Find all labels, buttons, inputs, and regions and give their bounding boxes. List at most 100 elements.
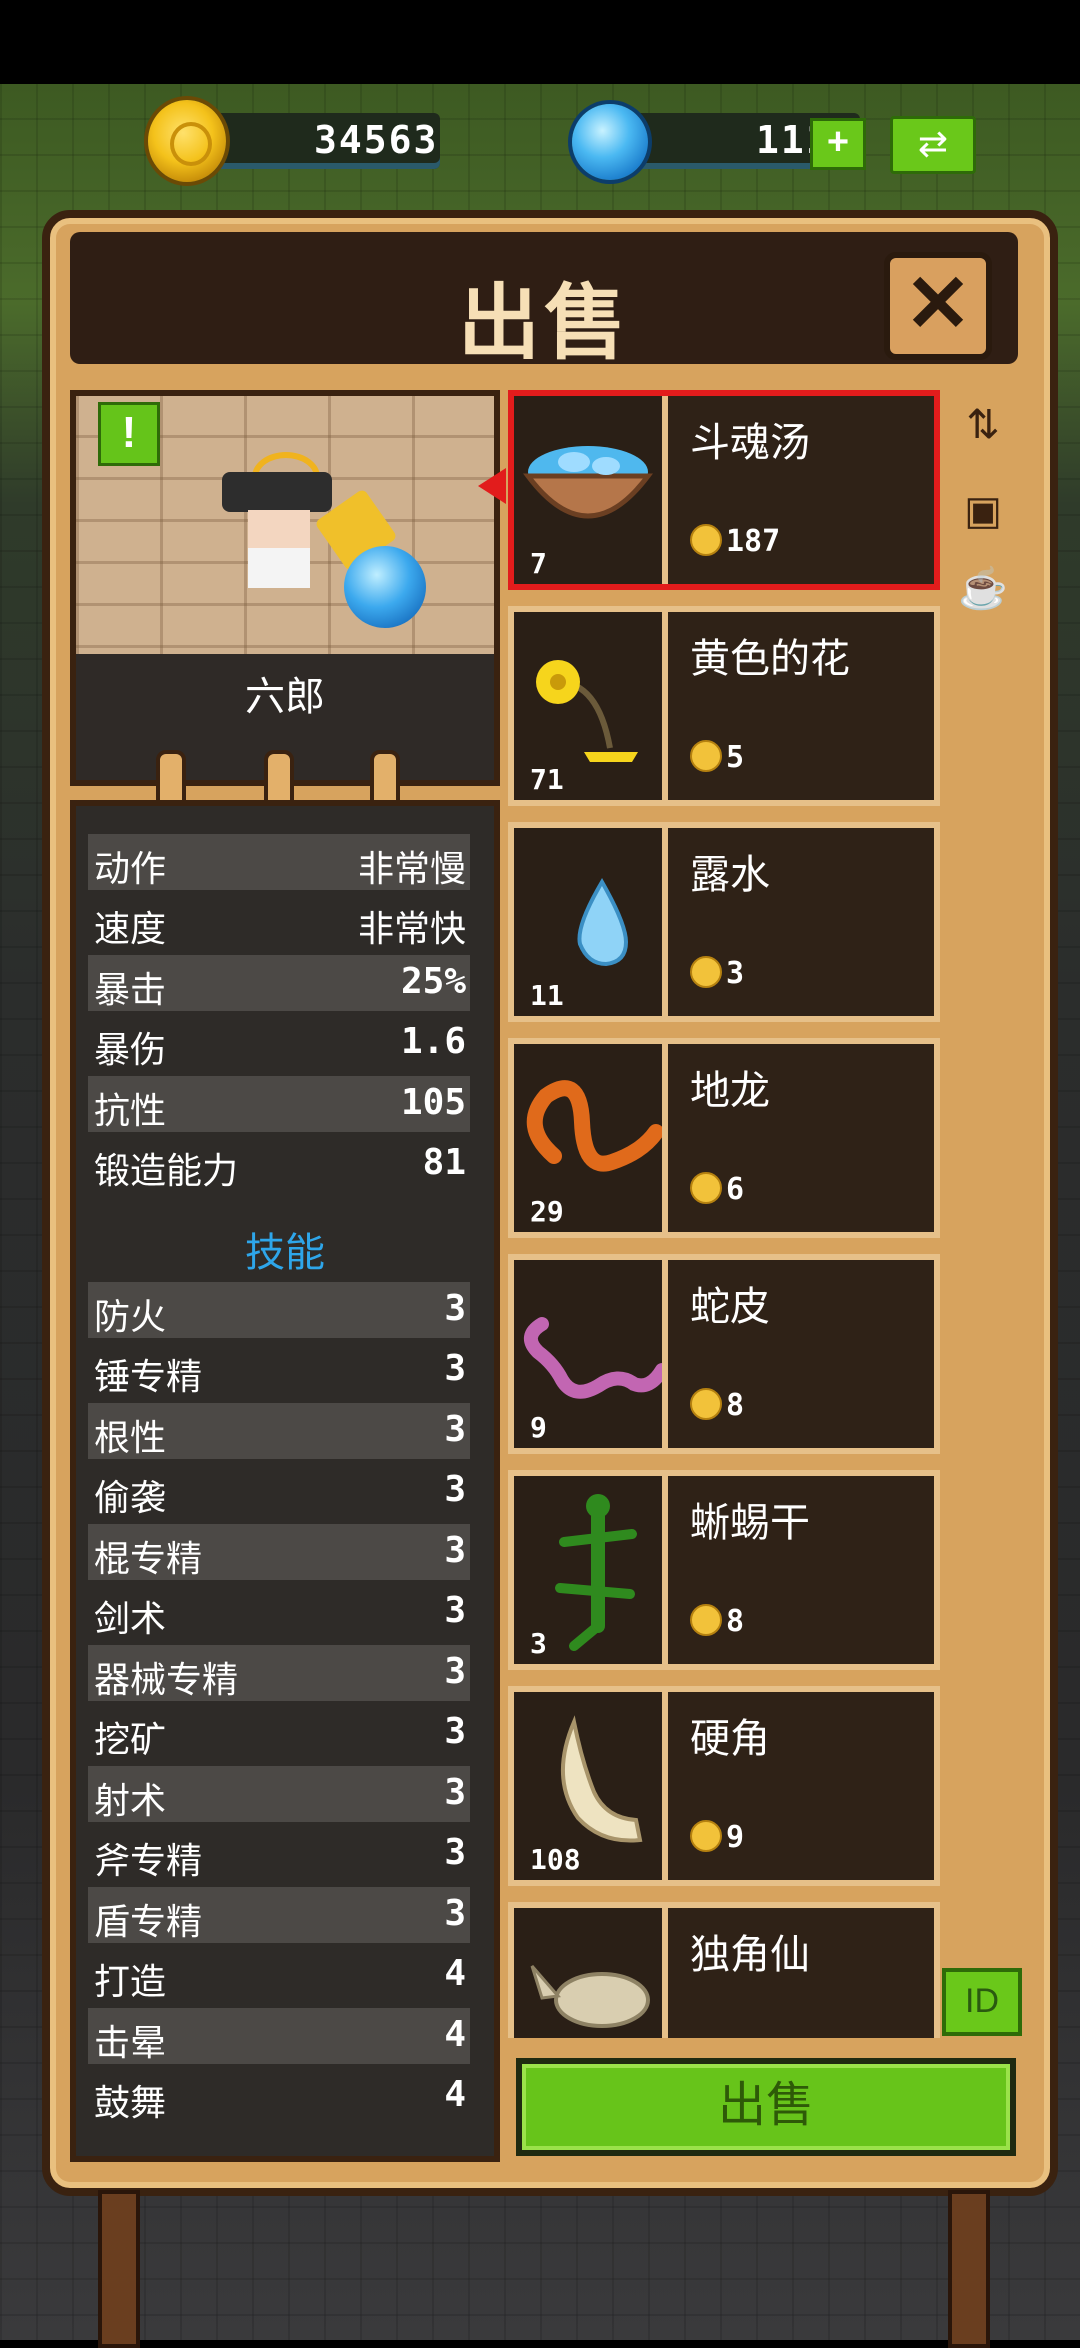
- earthworm-icon: 29: [514, 1044, 668, 1232]
- skill-row: 打造 4: [88, 1947, 470, 2003]
- hero-card[interactable]: ! 六郎: [70, 390, 500, 786]
- item-slot[interactable]: 29 地龙 6: [508, 1038, 940, 1238]
- skill-label: 器械专精: [94, 1659, 239, 1700]
- selection-arrow-icon: [478, 468, 506, 504]
- item-name: 蜥蜴干: [690, 1501, 810, 1545]
- item-price: 187: [690, 524, 780, 559]
- skill-value: 4: [444, 2014, 466, 2055]
- skill-value: 3: [444, 1288, 466, 1329]
- item-price-value: 9: [726, 1820, 745, 1855]
- skill-row: 鼓舞 4: [88, 2068, 470, 2124]
- stat-label: 抗性: [94, 1090, 167, 1131]
- skill-label: 击晕: [94, 2022, 167, 2063]
- skill-row: 剑术 3: [88, 1584, 470, 1640]
- item-slot[interactable]: 3 蜥蜴干 8: [508, 1470, 940, 1670]
- hero-portrait: !: [76, 396, 494, 654]
- soul-soup-icon: 7: [514, 396, 668, 584]
- stat-row: 暴击 25%: [88, 955, 470, 1011]
- item-quantity: 29: [530, 1195, 564, 1228]
- skill-value: 3: [444, 1651, 466, 1692]
- skill-label: 防火: [94, 1296, 167, 1337]
- skill-label: 鼓舞: [94, 2082, 167, 2123]
- chest-icon[interactable]: ▣: [956, 484, 1010, 538]
- item-name: 独角仙: [690, 1933, 810, 1977]
- stat-row: 动作 非常慢: [88, 834, 470, 890]
- close-button[interactable]: ✕: [884, 252, 992, 360]
- item-name: 蛇皮: [690, 1285, 770, 1329]
- coin-icon: [690, 1388, 722, 1420]
- item-slot[interactable]: 108 硬角 9: [508, 1686, 940, 1886]
- stat-value: 1.6: [400, 1021, 466, 1062]
- skill-row: 挖矿 3: [88, 1705, 470, 1761]
- stat-row: 速度 非常快: [88, 894, 470, 950]
- dialog-title: 出售: [457, 278, 630, 369]
- stat-label: 锻造能力: [94, 1150, 239, 1191]
- alert-badge[interactable]: !: [98, 402, 160, 466]
- skill-row: 偷袭 3: [88, 1463, 470, 1519]
- coin-icon: [690, 1172, 722, 1204]
- skill-row: 防火 3: [88, 1282, 470, 1338]
- item-quantity: 9: [530, 1411, 547, 1444]
- skill-label: 打造: [94, 1961, 167, 2002]
- stat-label: 暴击: [94, 969, 167, 1010]
- item-slot[interactable]: 7 斗魂汤 187: [508, 390, 940, 590]
- stat-value: 25%: [400, 961, 466, 1002]
- item-name: 斗魂汤: [690, 421, 810, 465]
- item-price-value: 187: [726, 524, 781, 559]
- item-price: 5: [690, 740, 744, 775]
- skills-heading: 技能: [245, 1231, 325, 1275]
- item-name: 地龙: [690, 1069, 770, 1113]
- skill-value: 3: [444, 1893, 466, 1934]
- gold-coin-icon: [148, 100, 226, 182]
- skill-row: 根性 3: [88, 1403, 470, 1459]
- skill-value: 3: [444, 1530, 466, 1571]
- stat-row: 暴伤 1.6: [88, 1015, 470, 1071]
- item-quantity: 7: [530, 547, 547, 580]
- item-price: 3: [690, 956, 744, 991]
- stat-value: 81: [422, 1142, 466, 1183]
- item-price: 8: [690, 1388, 744, 1423]
- skill-label: 根性: [94, 1417, 167, 1458]
- skill-value: 3: [444, 1772, 466, 1813]
- sort-icon[interactable]: ⇅: [956, 398, 1010, 452]
- stat-value: 105: [400, 1082, 466, 1123]
- skill-value: 3: [444, 1711, 466, 1752]
- skill-value: 3: [444, 1469, 466, 1510]
- skill-label: 剑术: [94, 1598, 167, 1639]
- item-name: 露水: [690, 853, 770, 897]
- sell-button[interactable]: 出售: [516, 2058, 1016, 2156]
- item-slot[interactable]: 独角仙: [508, 1902, 940, 2038]
- add-gems-button[interactable]: +: [810, 118, 866, 170]
- stat-label: 速度: [94, 908, 167, 949]
- coin-icon: [690, 956, 722, 988]
- dried-lizard-icon: 3: [514, 1476, 668, 1664]
- stat-label: 动作: [94, 848, 167, 889]
- held-gem-icon: [344, 546, 426, 628]
- skill-row: 击晕 4: [88, 2008, 470, 2064]
- item-price: 8: [690, 1604, 744, 1639]
- stat-row: 锻造能力 81: [88, 1136, 470, 1192]
- dew-drop-icon: 11: [514, 828, 668, 1016]
- hero-stats-list[interactable]: 动作 非常慢 速度 非常快 暴击 25% 暴伤 1.6 抗性 105 锻造能力 …: [70, 800, 500, 2162]
- kettle-icon[interactable]: ☕: [956, 562, 1010, 616]
- item-quantity: 3: [530, 1627, 547, 1660]
- skill-row: 斧专精 3: [88, 1826, 470, 1882]
- coin-icon: [690, 1604, 722, 1636]
- skill-value: 3: [444, 1348, 466, 1389]
- id-button[interactable]: ID: [942, 1968, 1022, 2036]
- item-slot[interactable]: 11 露水 3: [508, 822, 940, 1022]
- skill-row: 器械专精 3: [88, 1645, 470, 1701]
- item-slot[interactable]: 9 蛇皮 8: [508, 1254, 940, 1454]
- skill-label: 盾专精: [94, 1901, 203, 1942]
- skill-value: 3: [444, 1409, 466, 1450]
- item-price-value: 8: [726, 1604, 745, 1639]
- item-price-value: 8: [726, 1388, 745, 1423]
- skill-value: 4: [444, 1953, 466, 1994]
- skill-label: 斧专精: [94, 1840, 203, 1881]
- exchange-icon[interactable]: ⇄: [890, 116, 976, 174]
- skill-row: 锤专精 3: [88, 1342, 470, 1398]
- item-slot[interactable]: 71 黄色的花 5: [508, 606, 940, 806]
- item-quantity: 71: [530, 763, 564, 796]
- item-name: 硬角: [690, 1717, 770, 1761]
- skill-row: 棍专精 3: [88, 1524, 470, 1580]
